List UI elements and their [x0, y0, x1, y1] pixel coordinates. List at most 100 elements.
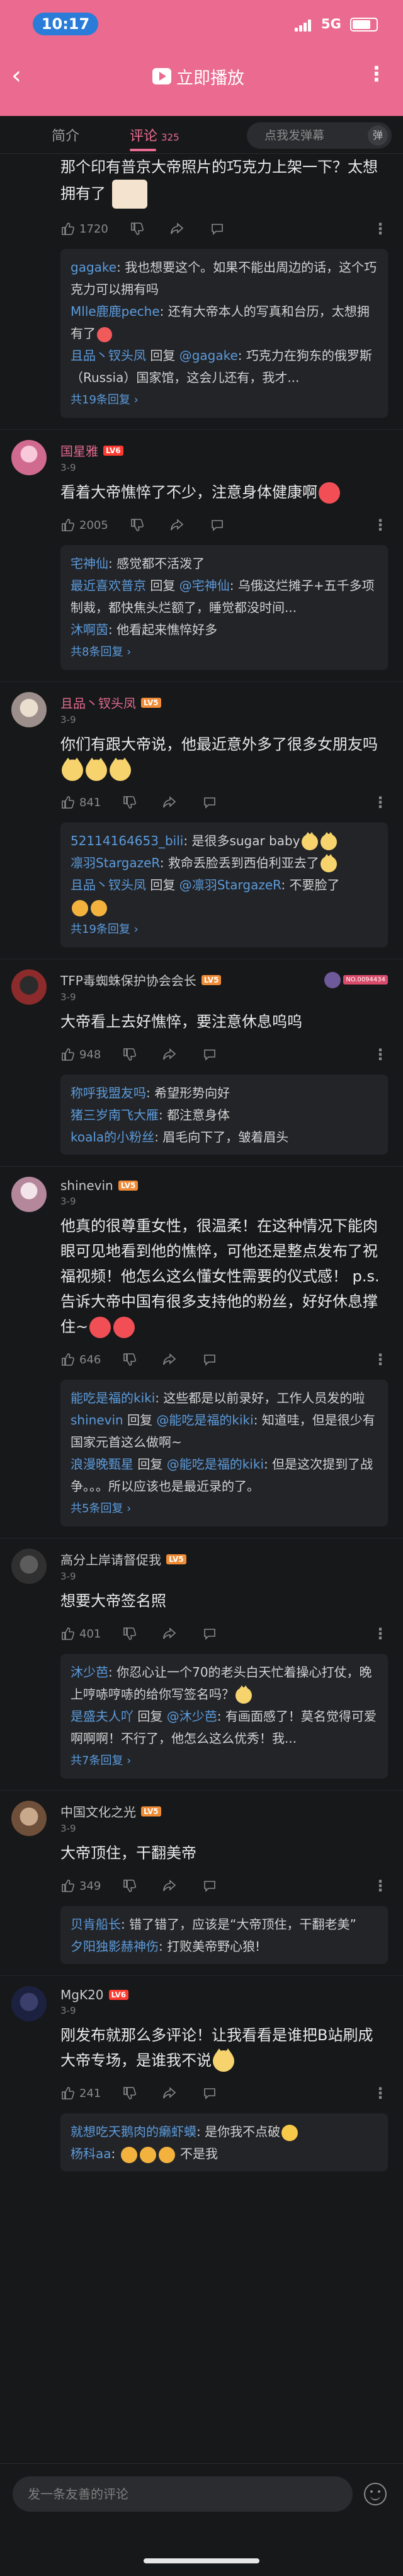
reply-author[interactable]: gagake	[71, 260, 116, 275]
like-button[interactable]: 1720	[60, 222, 108, 236]
reply-button[interactable]	[203, 1879, 222, 1893]
reply-button[interactable]	[203, 1048, 222, 1061]
reply-author[interactable]: 凛羽StargazeR	[71, 855, 160, 870]
like-button[interactable]: 948	[60, 1048, 101, 1061]
username[interactable]: 且品丶钗头凤	[60, 693, 136, 712]
comment-input[interactable]: 发一条友善的评论	[13, 2476, 353, 2512]
avatar[interactable]	[11, 692, 47, 727]
dislike-button[interactable]	[122, 1048, 141, 1061]
comment-more-button[interactable]: ⋮	[373, 516, 388, 534]
reply-item[interactable]: 最近喜欢普京 回复 @宅神仙: 乌俄这烂摊子+五千多项制裁，都快焦头烂额了，睡觉…	[71, 575, 378, 619]
reply-author[interactable]: 且品丶钗头凤	[71, 348, 146, 363]
avatar[interactable]	[11, 969, 47, 1005]
reply-item[interactable]: 宅神仙: 感觉都不活泼了	[71, 553, 378, 575]
reply-author[interactable]: 猪三岁南飞大雁	[71, 1107, 159, 1123]
danmaku-input[interactable]: 点我发弹幕 弹	[247, 122, 392, 149]
reply-item[interactable]: 杨科aa: 不是我	[71, 2143, 378, 2165]
view-more-replies[interactable]: 共19条回复 ›	[71, 918, 378, 941]
share-button[interactable]	[162, 1353, 181, 1366]
reply-button[interactable]	[203, 1353, 222, 1366]
view-more-replies[interactable]: 共8条回复 ›	[71, 641, 378, 664]
view-more-replies[interactable]: 共5条回复 ›	[71, 1498, 378, 1520]
comment-more-button[interactable]: ⋮	[373, 220, 388, 238]
like-button[interactable]: 646	[60, 1353, 101, 1366]
reply-mention[interactable]: @沐少芭	[167, 1709, 217, 1724]
comment-more-button[interactable]: ⋮	[373, 1877, 388, 1895]
reply-item[interactable]: 且品丶钗头凤 回复 @凛羽StargazeR: 不要脸了	[71, 874, 378, 918]
danmaku-toggle-button[interactable]: 弹	[368, 125, 388, 146]
share-button[interactable]	[170, 222, 189, 236]
dislike-button[interactable]	[122, 1879, 141, 1893]
avatar[interactable]	[11, 440, 47, 475]
reply-button[interactable]	[203, 1627, 222, 1641]
back-button[interactable]: ‹	[11, 57, 37, 95]
view-more-replies[interactable]: 共19条回复 ›	[71, 389, 378, 412]
reply-item[interactable]: 沐啊茵: 他看起来憔悴好多	[71, 619, 378, 641]
reply-author[interactable]: 杨科aa	[71, 2146, 111, 2161]
reply-author[interactable]: 是盛夫人吖	[71, 1709, 133, 1724]
reply-author[interactable]: 沐少芭	[71, 1665, 108, 1680]
share-button[interactable]	[162, 795, 181, 809]
dislike-button[interactable]	[122, 795, 141, 809]
share-button[interactable]	[162, 1879, 181, 1893]
reply-author[interactable]: 浪漫晚甄星	[71, 1457, 133, 1472]
share-button[interactable]	[162, 1048, 181, 1061]
reply-item[interactable]: 贝肯船长: 错了错了，应该是“大帝顶住，干翻老美”	[71, 1914, 378, 1936]
reply-mention[interactable]: @能吃是福的kiki	[156, 1412, 253, 1428]
comment-more-button[interactable]: ⋮	[373, 1351, 388, 1368]
reply-button[interactable]	[203, 2086, 222, 2100]
like-button[interactable]: 841	[60, 795, 101, 809]
reply-author[interactable]: 能吃是福的kiki	[71, 1390, 155, 1406]
reply-author[interactable]: shinevin	[71, 1412, 123, 1428]
view-more-replies[interactable]: 共7条回复 ›	[71, 1750, 378, 1772]
reply-item[interactable]: 沐少芭: 你忍心让一个70的老头白天忙着操心打仗，晚上哼哧哼哧的给你写签名吗？	[71, 1661, 378, 1706]
reply-item[interactable]: 是盛夫人吖 回复 @沐少芭: 有画面感了！莫名觉得可爱啊啊啊！不行了，他怎么这么…	[71, 1706, 378, 1750]
comment-more-button[interactable]: ⋮	[373, 1046, 388, 1063]
reply-author[interactable]: 52114164653_bili	[71, 833, 183, 848]
emoji-icon[interactable]	[364, 2483, 387, 2505]
like-button[interactable]: 2005	[60, 518, 108, 532]
avatar[interactable]	[11, 1986, 47, 2021]
comment-more-button[interactable]: ⋮	[373, 2084, 388, 2102]
reply-author[interactable]: 最近喜欢普京	[71, 578, 146, 593]
reply-item[interactable]: 夕阳独影赫神伤: 打败美帝野心狼!	[71, 1936, 378, 1958]
reply-author[interactable]: 称呼我盟友吗	[71, 1085, 146, 1100]
avatar[interactable]	[11, 1177, 47, 1212]
dislike-button[interactable]	[122, 1627, 141, 1641]
dislike-button[interactable]	[122, 2086, 141, 2100]
play-now-button[interactable]: 立即播放	[152, 66, 244, 88]
tab-comments[interactable]: 评论 325	[130, 125, 179, 145]
avatar[interactable]	[11, 1549, 47, 1584]
reply-item[interactable]: 就想吃天鹅肉的癞虾蟆: 是你我不点破	[71, 2121, 378, 2143]
reply-item[interactable]: gagake: 我也想要这个。如果不能出周边的话，这个巧克力可以拥有吗	[71, 257, 378, 301]
like-button[interactable]: 349	[60, 1879, 101, 1893]
reply-mention[interactable]: @能吃是福的kiki	[167, 1457, 264, 1472]
avatar[interactable]	[11, 1801, 47, 1836]
more-options-button[interactable]: ⋮	[366, 62, 387, 86]
share-button[interactable]	[162, 1627, 181, 1641]
dislike-button[interactable]	[122, 1353, 141, 1366]
reply-item[interactable]: 猪三岁南飞大雁: 都注意身体	[71, 1104, 378, 1126]
dislike-button[interactable]	[130, 222, 149, 236]
fan-medal[interactable]: NO.0094434	[324, 971, 388, 988]
reply-author[interactable]: 贝肯船长	[71, 1917, 121, 1932]
username[interactable]: 中国文化之光	[60, 1802, 136, 1820]
username[interactable]: MgK20	[60, 1987, 104, 2002]
reply-item[interactable]: 凛羽StargazeR: 救命丢脸丢到西伯利亚去了	[71, 852, 378, 874]
tab-intro[interactable]: 简介	[52, 125, 79, 145]
like-button[interactable]: 401	[60, 1627, 101, 1641]
reply-author[interactable]: 且品丶钗头凤	[71, 877, 146, 892]
username[interactable]: TFP毒蜘蛛保护协会会长	[60, 971, 196, 989]
username[interactable]: shinevin	[60, 1178, 113, 1193]
reply-button[interactable]	[210, 222, 229, 236]
reply-item[interactable]: 能吃是福的kiki: 这些都是以前录好，工作人员发的啦	[71, 1387, 378, 1409]
reply-item[interactable]: koala的小粉丝: 眉毛向下了，皱着眉头	[71, 1126, 378, 1148]
reply-item[interactable]: 称呼我盟友吗: 希望形势向好	[71, 1082, 378, 1104]
reply-button[interactable]	[210, 518, 229, 532]
reply-item[interactable]: shinevin 回复 @能吃是福的kiki: 知道哇，但是很少有国家元首这么做…	[71, 1409, 378, 1453]
reply-item[interactable]: 52114164653_bili: 是很多sugar baby	[71, 830, 378, 852]
dislike-button[interactable]	[130, 518, 149, 532]
username[interactable]: 国星雅	[60, 441, 98, 459]
reply-item[interactable]: 浪漫晚甄星 回复 @能吃是福的kiki: 但是这次提到了战争。。。所以应该也是最…	[71, 1453, 378, 1498]
reply-author[interactable]: Mlle鹿鹿peche	[71, 304, 160, 319]
